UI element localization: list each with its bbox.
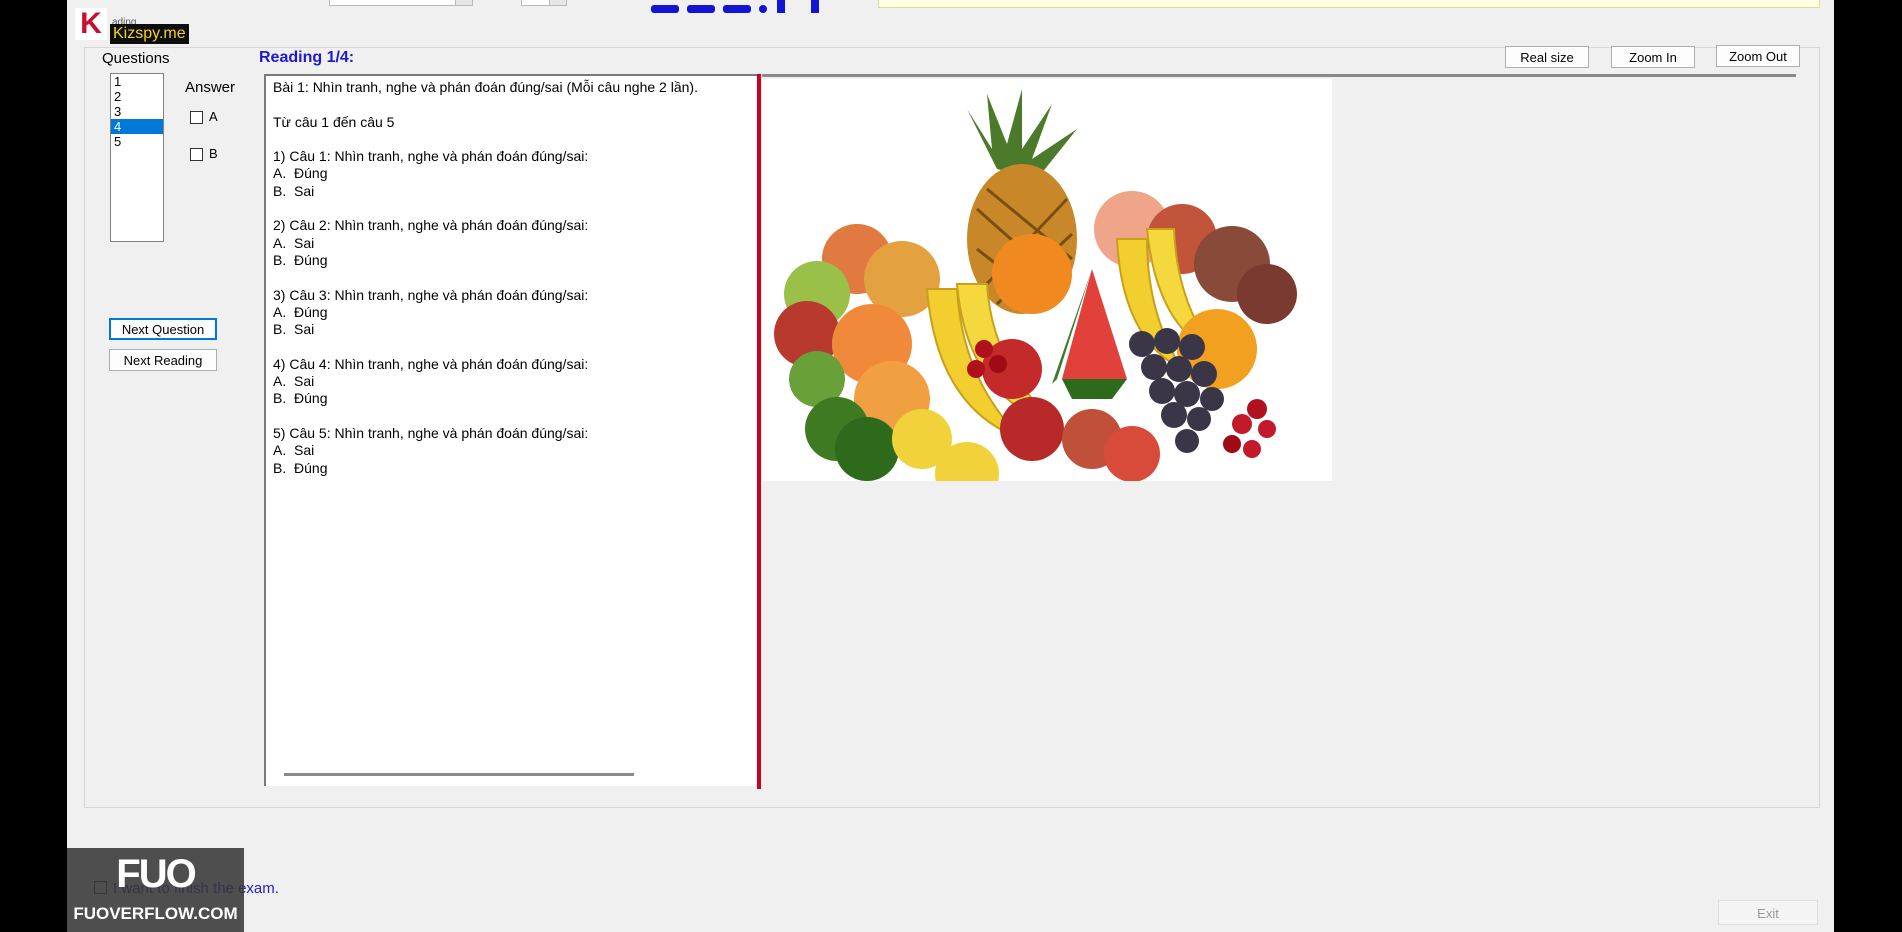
kizspy-logo-icon: K [75,8,107,40]
fruit-illustration-icon [762,79,1332,506]
question-item-2[interactable]: 2 [111,89,163,104]
reading-text-box[interactable]: Bài 1: Nhìn tranh, nghe và phán đoán đún… [264,74,757,786]
kizspy-logo-text: Kizspy.me [110,24,189,44]
answer-b-label: B [209,146,218,161]
timer-display-cropped [651,0,841,28]
top-small-combo[interactable] [521,0,567,6]
fuo-logo-icon: FUO [116,852,196,896]
pane-splitter[interactable] [757,74,761,789]
reading-title: Reading 1/4: [259,49,355,66]
questions-label: Questions [102,50,170,67]
horizontal-scrollbar[interactable] [284,773,634,776]
timer-digits-cropped-icon [651,0,819,13]
question-item-4[interactable]: 4 [111,119,163,134]
fuoverflow-watermark: FUO FUOVERFLOW.COM [67,848,244,932]
real-size-button[interactable]: Real size [1505,46,1589,68]
chevron-down-icon[interactable] [549,0,566,5]
chevron-down-icon[interactable] [455,0,472,5]
answer-b-checkbox[interactable] [190,147,203,161]
question-listbox[interactable]: 1 2 3 4 5 [110,73,164,242]
fruit-still-life-image [762,79,1332,506]
notice-banner [878,0,1820,8]
answer-label: Answer [185,79,236,96]
fuoverflow-text: FUOVERFLOW.COM [73,904,238,923]
answer-option-a[interactable]: A [190,108,218,126]
question-item-3[interactable]: 3 [111,104,163,119]
answer-option-b[interactable]: B [190,145,218,163]
image-panel [762,74,1796,786]
next-reading-button[interactable]: Next Reading [109,349,217,371]
exam-window: ading K Kizspy.me Questions Reading 1/4:… [67,0,1834,932]
zoom-out-button[interactable]: Zoom Out [1716,45,1800,67]
reading-text: Bài 1: Nhìn tranh, nghe và phán đoán đún… [273,79,698,476]
exit-button[interactable]: Exit [1718,900,1818,925]
question-item-1[interactable]: 1 [111,74,163,89]
top-combo-box[interactable] [329,0,473,6]
answer-a-checkbox[interactable] [190,110,203,124]
question-item-5[interactable]: 5 [111,134,163,149]
answer-a-label: A [209,109,218,124]
next-question-button[interactable]: Next Question [109,318,217,340]
zoom-in-button[interactable]: Zoom In [1611,46,1695,68]
